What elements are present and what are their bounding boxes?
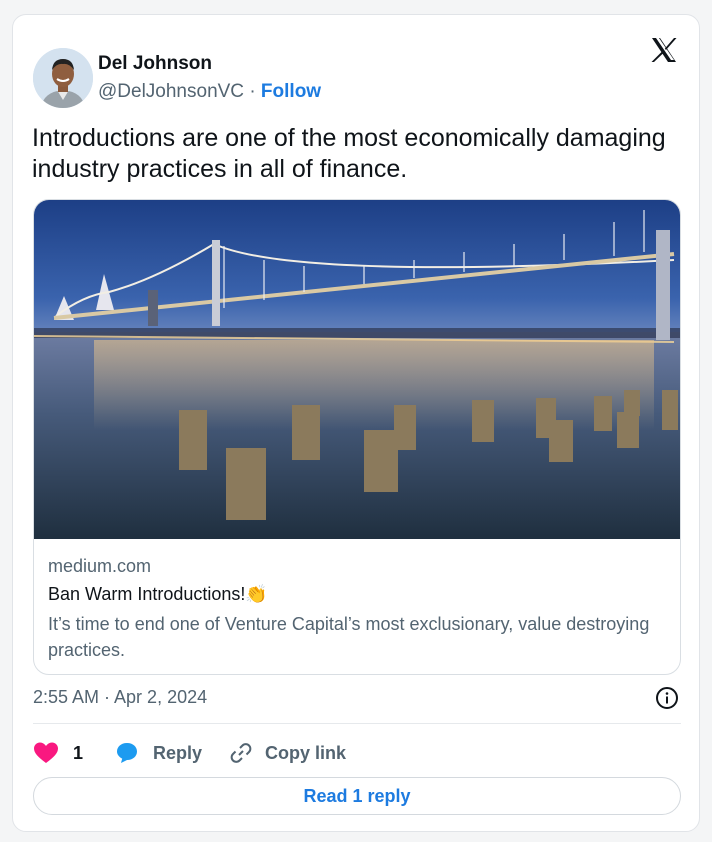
reply-label: Reply bbox=[153, 742, 203, 763]
tweet-text-line-2: industry practices in all of finance. bbox=[32, 155, 408, 183]
tweet-card: Del Johnson @DelJohnsonVC · Follow Intro… bbox=[12, 14, 700, 832]
reply-button[interactable]: Reply bbox=[115, 737, 202, 769]
read-replies-button[interactable]: Read 1 reply bbox=[33, 777, 681, 815]
bay-bridge-photo bbox=[34, 200, 680, 539]
author-handle-row: @DelJohnsonVC · Follow bbox=[98, 81, 321, 103]
tweet-timestamp[interactable]: 2:55 AM · Apr 2, 2024 bbox=[33, 687, 207, 708]
heart-icon bbox=[34, 742, 58, 763]
author-name[interactable]: Del Johnson bbox=[98, 53, 212, 75]
reply-bubble-icon bbox=[117, 743, 137, 763]
link-title-text: Ban Warm Introductions! bbox=[48, 584, 246, 604]
clapping-hands-icon: 👏 bbox=[245, 584, 268, 604]
link-description: It’s time to end one of Venture Capital’… bbox=[48, 614, 650, 660]
x-logo-icon[interactable] bbox=[649, 35, 679, 65]
tweet-text: Introductions are one of the most econom… bbox=[32, 123, 682, 185]
avatar[interactable] bbox=[33, 48, 93, 108]
copy-link-label: Copy link bbox=[265, 742, 347, 763]
handle-separator: · bbox=[249, 81, 256, 102]
follow-button[interactable]: Follow bbox=[261, 81, 321, 102]
link-title: Ban Warm Introductions!👏 bbox=[48, 584, 268, 605]
link-preview-card[interactable]: medium.com Ban Warm Introductions!👏 It’s… bbox=[33, 199, 681, 675]
divider bbox=[33, 723, 681, 724]
link-icon bbox=[230, 743, 252, 763]
like-count: 1 bbox=[73, 742, 84, 763]
copy-link-button[interactable]: Copy link bbox=[229, 737, 346, 769]
author-handle[interactable]: @DelJohnsonVC bbox=[98, 81, 244, 102]
like-button[interactable]: 1 bbox=[33, 737, 83, 769]
action-bar: 1 Reply Copy link bbox=[33, 737, 681, 769]
link-domain: medium.com bbox=[48, 556, 152, 576]
tweet-text-line-1: Introductions are one of the most econom… bbox=[32, 124, 666, 152]
info-icon[interactable] bbox=[655, 686, 679, 710]
